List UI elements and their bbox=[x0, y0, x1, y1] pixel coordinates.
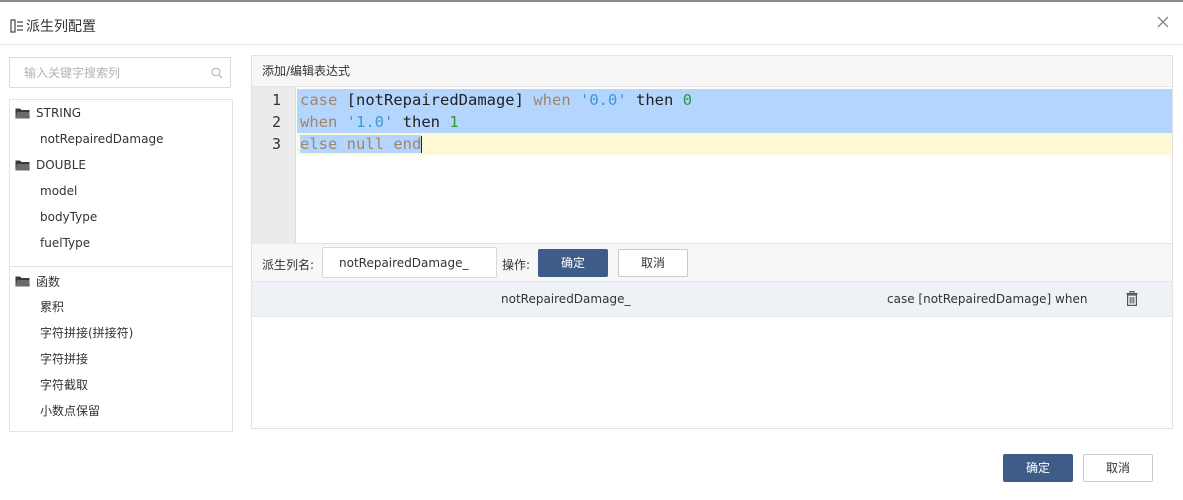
code-token: 1 bbox=[449, 113, 459, 131]
table-row[interactable]: notRepairedDamage_ case [notRepairedDama… bbox=[252, 282, 1172, 317]
panel-title: 添加/编辑表达式 bbox=[252, 56, 1172, 87]
tree-group-functions[interactable]: 函数 bbox=[10, 268, 232, 294]
code-token: '0.0' bbox=[580, 91, 627, 109]
function-item-concat[interactable]: 字符拼接 bbox=[10, 346, 232, 372]
line-gutter: 1 2 3 bbox=[252, 87, 296, 244]
dialog-header: 派生列配置 bbox=[0, 2, 1183, 45]
code-token: 0 bbox=[682, 91, 693, 109]
folder-icon bbox=[15, 108, 30, 119]
tree-item-notrepaireddamage[interactable]: notRepairedDamage bbox=[10, 126, 232, 152]
trash-icon[interactable] bbox=[1126, 291, 1138, 306]
close-icon[interactable] bbox=[1155, 14, 1171, 30]
function-item-concat-sep[interactable]: 字符拼接(拼接符) bbox=[10, 320, 232, 346]
tree-item-bodytype[interactable]: bodyType bbox=[10, 204, 232, 230]
line-number: 2 bbox=[271, 113, 281, 131]
search-icon[interactable] bbox=[211, 67, 223, 79]
operation-label: 操作: bbox=[502, 258, 531, 272]
dialog-cancel-button[interactable]: 取消 bbox=[1083, 454, 1153, 482]
dialog-confirm-button[interactable]: 确定 bbox=[1003, 454, 1073, 482]
text-cursor bbox=[421, 136, 423, 153]
derived-column-form: 派生列名: 操作: 确定 取消 bbox=[252, 244, 1172, 282]
code-token: then bbox=[402, 113, 441, 131]
dialog-title: 派生列配置 bbox=[10, 16, 96, 36]
result-column-name: notRepairedDamage_ bbox=[501, 292, 631, 306]
code-token: [notRepairedDamage] bbox=[346, 91, 524, 109]
line-number: 3 bbox=[271, 135, 281, 153]
tree-group-label: STRING bbox=[36, 106, 82, 120]
column-search bbox=[9, 57, 231, 88]
line-number: 1 bbox=[271, 91, 281, 109]
tree-item-fueltype[interactable]: fuelType bbox=[10, 230, 232, 256]
function-item-cumulative[interactable]: 累积 bbox=[10, 294, 232, 320]
code-editor[interactable]: 1 2 3 case [notRepairedDamage] when '0.0… bbox=[252, 87, 1172, 244]
tree-group-label: DOUBLE bbox=[36, 158, 86, 172]
dialog-title-text: 派生列配置 bbox=[26, 19, 96, 35]
code-line[interactable]: when '1.0' then 1 bbox=[297, 111, 1172, 133]
result-expression: case [notRepairedDamage] when bbox=[887, 292, 1088, 306]
column-tree: STRING notRepairedDamage DOUBLE model bo… bbox=[9, 99, 233, 267]
code-lines[interactable]: case [notRepairedDamage] when '0.0' then… bbox=[297, 89, 1172, 155]
search-input[interactable] bbox=[10, 58, 200, 87]
code-token: else null end bbox=[300, 135, 422, 153]
code-token: '1.0' bbox=[346, 113, 394, 131]
columns-icon bbox=[10, 19, 23, 33]
column-name-input[interactable] bbox=[322, 247, 497, 278]
code-token: case bbox=[300, 91, 338, 109]
form-confirm-button[interactable]: 确定 bbox=[538, 249, 608, 277]
code-line[interactable]: else null end bbox=[297, 133, 1172, 155]
folder-icon bbox=[15, 160, 30, 171]
tree-item-model[interactable]: model bbox=[10, 178, 232, 204]
code-token: when bbox=[533, 91, 571, 109]
code-token: when bbox=[300, 113, 338, 131]
tree-group-string[interactable]: STRING bbox=[10, 100, 232, 126]
expression-panel: 添加/编辑表达式 1 2 3 case [notRepairedDamage] … bbox=[251, 55, 1173, 429]
function-item-substring[interactable]: 字符截取 bbox=[10, 372, 232, 398]
tree-group-double[interactable]: DOUBLE bbox=[10, 152, 232, 178]
function-item-round[interactable]: 小数点保留 bbox=[10, 398, 232, 424]
tree-group-label: 函数 bbox=[36, 274, 61, 289]
column-name-label: 派生列名: bbox=[262, 258, 315, 272]
code-token: then bbox=[636, 91, 674, 109]
code-line[interactable]: case [notRepairedDamage] when '0.0' then… bbox=[297, 89, 1172, 111]
folder-icon bbox=[15, 276, 30, 287]
form-cancel-button[interactable]: 取消 bbox=[618, 249, 688, 277]
function-tree: 函数 累积 字符拼接(拼接符) 字符拼接 字符截取 小数点保留 bbox=[9, 266, 233, 432]
